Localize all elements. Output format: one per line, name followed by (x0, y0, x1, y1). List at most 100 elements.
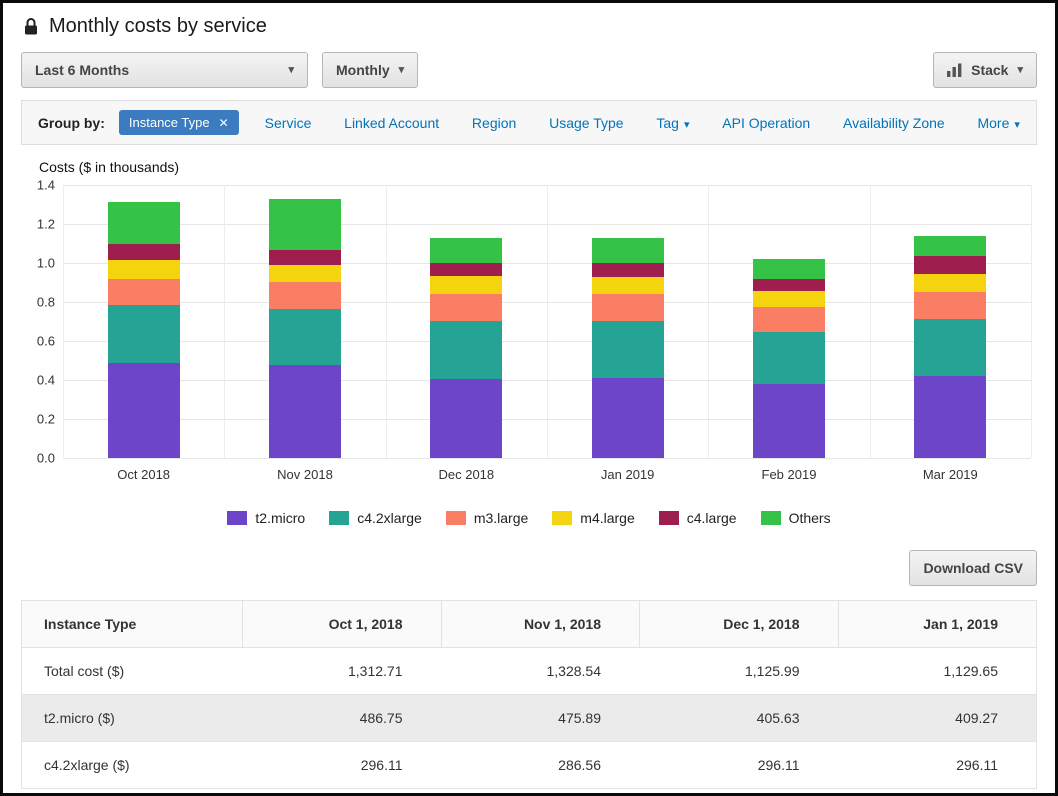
bar-segment-c4-2xlarge[interactable] (592, 321, 664, 379)
bar-column-feb-2019 (708, 185, 869, 458)
legend-swatch-c4-large (659, 511, 679, 525)
bar-segment-c4-large[interactable] (914, 256, 986, 274)
row-value: 475.89 (441, 695, 640, 741)
group-by-option-service[interactable]: Service (265, 115, 312, 131)
bar-segment-c4-2xlarge[interactable] (914, 319, 986, 377)
bar-segment-t2-micro[interactable] (430, 379, 502, 458)
table-row-t2-micro-: t2.micro ($)486.75475.89405.63409.27 (22, 695, 1036, 742)
bar-segment-t2-micro[interactable] (592, 378, 664, 458)
x-axis-tick-label: Feb 2019 (708, 467, 869, 482)
bar-segment-m3-large[interactable] (108, 279, 180, 305)
bar-segment-t2-micro[interactable] (269, 365, 341, 458)
legend-label: m3.large (474, 510, 528, 526)
row-label: t2.micro ($) (22, 695, 242, 741)
bar-segment-m4-large[interactable] (753, 291, 825, 307)
chart-style-dropdown[interactable]: Stack ▾ (933, 52, 1037, 88)
stacked-bar-jan-2019[interactable] (592, 185, 664, 458)
bar-segment-c4-2xlarge[interactable] (430, 321, 502, 379)
bar-segment-m3-large[interactable] (430, 294, 502, 321)
bar-segment-m3-large[interactable] (592, 294, 664, 320)
chart-legend: t2.microc4.2xlargem3.largem4.largec4.lar… (27, 510, 1031, 526)
group-by-option-tag[interactable]: Tag▾ (656, 115, 689, 131)
bar-segment-c4-large[interactable] (592, 263, 664, 277)
legend-swatch-t2-micro (227, 511, 247, 525)
group-by-option-usage-type[interactable]: Usage Type (549, 115, 623, 131)
y-axis-tick-label: 0.8 (37, 295, 55, 310)
bar-segment-c4-large[interactable] (430, 263, 502, 277)
gridline-horizontal (63, 458, 1031, 459)
group-by-option-region[interactable]: Region (472, 115, 516, 131)
bar-segment-m4-large[interactable] (108, 260, 180, 280)
chart-section: Costs ($ in thousands) 1.41.21.00.80.60.… (27, 159, 1031, 526)
download-csv-button[interactable]: Download CSV (909, 550, 1037, 586)
lock-icon (23, 17, 39, 36)
bar-segment-m4-large[interactable] (914, 274, 986, 293)
bar-segment-others[interactable] (430, 238, 502, 262)
bar-segment-others[interactable] (269, 199, 341, 250)
bar-segment-t2-micro[interactable] (108, 363, 180, 458)
date-range-value: Last 6 Months (35, 62, 129, 78)
caret-down-icon: ▾ (1017, 65, 1023, 76)
table-header-cell-nov-1-2018: Nov 1, 2018 (441, 601, 640, 647)
bar-segment-c4-large[interactable] (108, 244, 180, 260)
bar-segment-m3-large[interactable] (269, 282, 341, 309)
caret-down-icon: ▾ (684, 119, 690, 131)
table-row-total-cost-: Total cost ($)1,312.711,328.541,125.991,… (22, 648, 1036, 695)
table-row-c4-2xlarge-: c4.2xlarge ($)296.11286.56296.11296.11 (22, 742, 1036, 789)
stacked-bar-feb-2019[interactable] (753, 185, 825, 458)
bar-segment-others[interactable] (753, 259, 825, 279)
row-value: 296.11 (242, 742, 441, 788)
legend-swatch-m4-large (552, 511, 572, 525)
bar-segment-others[interactable] (108, 202, 180, 244)
chart-title: Costs ($ in thousands) (39, 159, 1031, 175)
y-axis: 1.41.21.00.80.60.40.20.0 (27, 185, 63, 458)
table-header-cell-dec-1-2018: Dec 1, 2018 (639, 601, 838, 647)
plot-area (63, 185, 1031, 458)
bar-segment-m4-large[interactable] (430, 276, 502, 294)
bar-segment-c4-2xlarge[interactable] (269, 309, 341, 365)
granularity-dropdown[interactable]: Monthly ▾ (322, 52, 418, 88)
stacked-bar-oct-2018[interactable] (108, 185, 180, 458)
granularity-value: Monthly (336, 62, 390, 78)
bar-column-mar-2019 (870, 185, 1031, 458)
table-header-cell-jan-1-2019: Jan 1, 2019 (838, 601, 1037, 647)
active-filter-label: Instance Type (129, 115, 210, 130)
bar-segment-others[interactable] (592, 238, 664, 263)
legend-item-c4-2xlarge: c4.2xlarge (329, 510, 422, 526)
table-header-cell-instance-type: Instance Type (22, 601, 242, 647)
caret-down-icon: ▾ (399, 65, 405, 76)
bar-segment-m4-large[interactable] (269, 265, 341, 282)
row-value: 486.75 (242, 695, 441, 741)
stacked-bar-nov-2018[interactable] (269, 185, 341, 458)
date-range-dropdown[interactable]: Last 6 Months ▾ (21, 52, 308, 88)
group-by-option-linked-account[interactable]: Linked Account (344, 115, 439, 131)
stacked-bar-dec-2018[interactable] (430, 185, 502, 458)
bar-segment-m4-large[interactable] (592, 277, 664, 295)
bar-segment-c4-large[interactable] (753, 279, 825, 292)
bar-segment-c4-large[interactable] (269, 250, 341, 266)
bar-segment-c4-2xlarge[interactable] (108, 305, 180, 363)
bar-segment-c4-2xlarge[interactable] (753, 332, 825, 384)
row-value: 286.56 (441, 742, 640, 788)
group-by-option-more[interactable]: More▾ (977, 115, 1019, 131)
group-by-option-api-operation[interactable]: API Operation (722, 115, 810, 131)
bar-segment-others[interactable] (914, 236, 986, 256)
group-by-option-availability-zone[interactable]: Availability Zone (843, 115, 945, 131)
x-axis-tick-label: Dec 2018 (386, 467, 547, 482)
y-axis-tick-label: 0.4 (37, 373, 55, 388)
bar-segment-m3-large[interactable] (914, 292, 986, 318)
chart-style-value: Stack (971, 62, 1008, 78)
legend-swatch-c4-2xlarge (329, 511, 349, 525)
bar-segment-m3-large[interactable] (753, 307, 825, 332)
bar-segment-t2-micro[interactable] (753, 384, 825, 458)
row-value: 296.11 (639, 742, 838, 788)
bar-segment-t2-micro[interactable] (914, 376, 986, 458)
legend-label: t2.micro (255, 510, 305, 526)
x-axis-tick-label: Jan 2019 (547, 467, 708, 482)
x-axis-tick-label: Oct 2018 (63, 467, 224, 482)
remove-filter-icon[interactable]: ✕ (219, 117, 229, 129)
stacked-bar-mar-2019[interactable] (914, 185, 986, 458)
legend-swatch-others (761, 511, 781, 525)
active-filter-chip[interactable]: Instance Type ✕ (119, 110, 239, 135)
y-axis-tick-label: 0.6 (37, 334, 55, 349)
